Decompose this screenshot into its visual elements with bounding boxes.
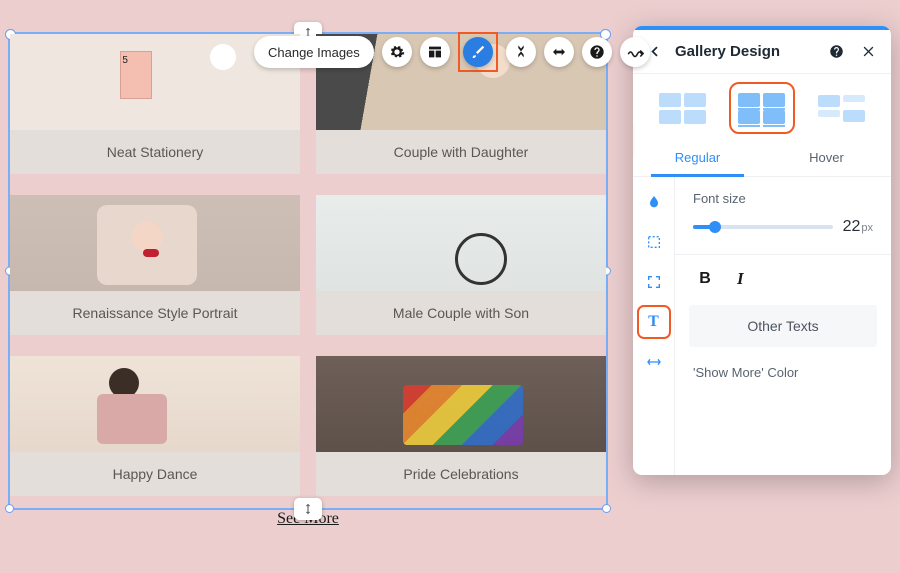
gallery-item[interactable]: Pride Celebrations [316, 356, 606, 496]
design-category-rail: T [633, 177, 675, 475]
crop-icon [513, 44, 529, 60]
gallery-canvas[interactable]: Neat Stationery Couple with Daughter Ren… [8, 32, 608, 510]
element-toolbar: Change Images [254, 35, 650, 69]
layout-icon [427, 44, 443, 60]
resize-handle[interactable] [602, 504, 611, 513]
font-size-unit: px [861, 222, 873, 234]
gallery-caption: Pride Celebrations [316, 452, 606, 496]
design-button[interactable] [463, 37, 493, 67]
panel-title: Gallery Design [675, 43, 815, 60]
rail-corners[interactable] [639, 267, 669, 297]
layout-option-2[interactable] [733, 86, 791, 130]
dashed-square-icon [646, 234, 662, 250]
rail-border[interactable] [639, 227, 669, 257]
gallery-image [316, 356, 606, 452]
help-button[interactable] [582, 37, 612, 67]
tab-regular[interactable]: Regular [633, 140, 762, 176]
gallery-item[interactable]: Male Couple with Son [316, 195, 606, 335]
gear-icon [389, 44, 405, 60]
rail-fill[interactable] [639, 187, 669, 217]
brush-icon [470, 44, 486, 60]
panel-close-button[interactable] [857, 41, 879, 63]
close-icon [861, 44, 876, 59]
cursor-icon [889, 391, 891, 415]
gallery-image [10, 356, 300, 452]
settings-button[interactable] [382, 37, 412, 67]
change-images-button[interactable]: Change Images [254, 36, 374, 68]
rail-text[interactable]: T [639, 307, 669, 337]
gallery-caption: Couple with Daughter [316, 130, 606, 174]
drag-handle-bottom[interactable] [294, 498, 322, 520]
bold-toggle[interactable]: B [697, 271, 713, 287]
gallery-item[interactable]: Happy Dance [10, 356, 300, 496]
gallery-caption: Male Couple with Son [316, 291, 606, 335]
layout-option-3[interactable] [812, 86, 870, 130]
gallery-image [10, 195, 300, 291]
gallery-caption: Renaissance Style Portrait [10, 291, 300, 335]
animation-button[interactable] [620, 37, 650, 67]
design-button-highlight [458, 32, 498, 72]
tab-hover[interactable]: Hover [762, 140, 891, 176]
font-size-slider[interactable] [693, 225, 833, 229]
help-icon [589, 44, 605, 60]
layout-options [633, 74, 891, 140]
gallery-caption: Neat Stationery [10, 130, 300, 174]
question-icon [829, 44, 844, 59]
other-texts-section[interactable]: Other Texts [689, 305, 877, 347]
animation-icon [626, 43, 644, 61]
italic-toggle[interactable]: I [737, 269, 744, 289]
crop-button[interactable] [506, 37, 536, 67]
rail-spacing[interactable] [639, 347, 669, 377]
spacing-icon [646, 354, 662, 370]
droplet-icon [646, 194, 662, 210]
gallery-item[interactable]: Renaissance Style Portrait [10, 195, 300, 335]
gallery-image [316, 195, 606, 291]
corners-icon [646, 274, 662, 290]
font-size-label: Font size [693, 191, 873, 206]
show-more-color-label: 'Show More' Color [693, 365, 798, 380]
design-panel: Gallery Design Regular Hover [633, 26, 891, 475]
stretch-button[interactable] [544, 37, 574, 67]
layout-button[interactable] [420, 37, 450, 67]
panel-help-button[interactable] [825, 41, 847, 63]
layout-option-1[interactable] [654, 86, 712, 130]
gallery-caption: Happy Dance [10, 452, 300, 496]
resize-handle[interactable] [5, 504, 14, 513]
font-size-value: 22 [843, 218, 861, 235]
stretch-icon [551, 44, 567, 60]
